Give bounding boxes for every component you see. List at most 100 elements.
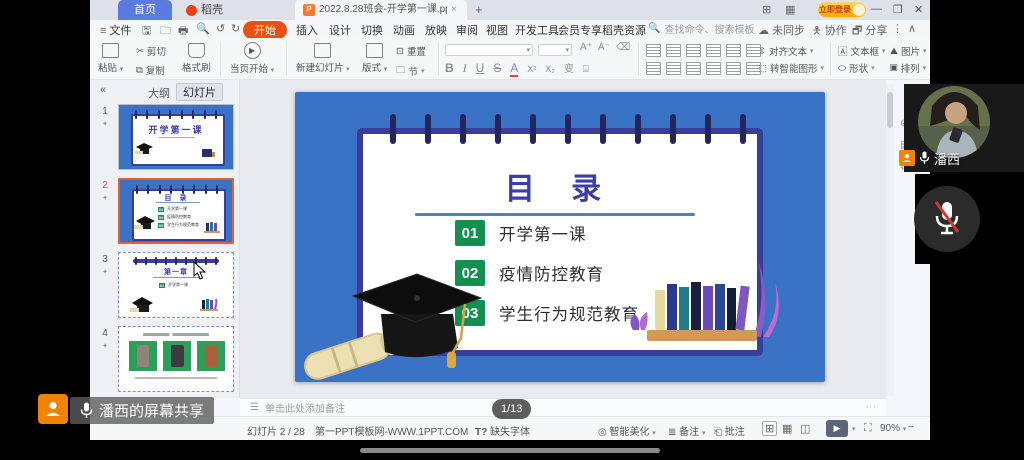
close-tab-icon[interactable]: × — [451, 0, 457, 20]
slide4-thumbnail[interactable] — [118, 326, 234, 392]
tab-home[interactable]: 首页 — [118, 0, 172, 20]
line-spacing-icon[interactable] — [726, 44, 741, 57]
copy-button[interactable]: ⧉复制 — [136, 63, 166, 77]
collapse-ribbon-icon[interactable]: ∧ — [908, 22, 916, 35]
minimize-button[interactable]: — — [871, 3, 882, 15]
arrange-button[interactable]: 🞕排列▾ — [890, 61, 926, 75]
highlight-button[interactable]: ⌸ — [583, 64, 589, 75]
slide-editor-canvas[interactable]: 目 录 01 开学第一课 02 疫情防控教育 03 学生行为规范教育 — [240, 80, 886, 398]
collapse-panel-icon[interactable]: « — [100, 84, 106, 96]
sync-status[interactable]: ☁ 未同步 — [758, 22, 805, 38]
font-family-select[interactable]: ▾ — [445, 44, 533, 56]
normal-view-icon[interactable]: ⊞ — [762, 421, 777, 436]
comments-button[interactable]: ⎗ 批注 — [714, 423, 745, 438]
distribute-icon[interactable] — [726, 62, 741, 75]
underline-button[interactable]: U — [476, 61, 485, 75]
new-slide-button[interactable]: 新建幻灯片 ▾ — [296, 43, 350, 74]
sorter-view-icon[interactable]: ▦ — [782, 422, 792, 435]
toc-text-02: 疫情防控教育 — [499, 261, 604, 285]
menu-tab-slideshow[interactable]: 放映 — [425, 22, 447, 38]
slide3-thumbnail[interactable]: 第一章 01 开学第一课 — [118, 252, 234, 318]
share-indicator-icon[interactable] — [38, 394, 68, 424]
paste-button[interactable]: 粘贴 ▾ — [98, 43, 123, 74]
toc-item-1[interactable]: 01 开学第一课 — [455, 219, 587, 247]
menu-tab-member[interactable]: 会员专享 — [558, 22, 602, 38]
play-from-current-button[interactable]: ▶ 当页开始 ▾ — [230, 42, 274, 75]
grow-font-button[interactable]: A⁺ — [580, 42, 592, 53]
current-slide[interactable]: 目 录 01 开学第一课 02 疫情防控教育 03 学生行为规范教育 — [295, 92, 825, 382]
login-button[interactable]: 立即登录 — [818, 2, 866, 17]
shrink-font-button[interactable]: A⁻ — [598, 42, 610, 53]
font-color-button[interactable]: A — [510, 61, 518, 77]
superscript-button[interactable]: X² — [527, 64, 536, 74]
slide2-thumbnail-selected[interactable]: 目 录 01开学第一课 02疫情防控教育 03学生行为规范教育 — [118, 178, 234, 244]
menu-tab-design[interactable]: 设计 — [329, 22, 351, 38]
numbered-list-icon[interactable] — [666, 44, 681, 57]
more-icon[interactable]: ⋮ — [892, 22, 903, 35]
tab-docer[interactable]: 稻壳 — [178, 0, 240, 20]
align-right-icon[interactable] — [686, 62, 701, 75]
bold-button[interactable]: B — [445, 61, 454, 75]
menu-tab-transition[interactable]: 切换 — [361, 22, 383, 38]
notes-more-icon[interactable]: ⋯ — [866, 402, 876, 413]
format-painter-button[interactable]: 格式刷 — [182, 43, 211, 74]
menu-tab-insert[interactable]: 插入 — [296, 22, 318, 38]
zoom-out-button[interactable]: − — [908, 422, 914, 433]
clear-format-icon[interactable]: ⌫ — [616, 42, 630, 53]
notes-bar[interactable]: ☰ 单击此处添加备注 ⋯ — [240, 398, 886, 416]
scrollbar-thumb[interactable] — [887, 92, 893, 128]
picture-button[interactable]: ⛰图片▾ — [890, 44, 927, 58]
muted-mic-button[interactable] — [914, 186, 980, 252]
fit-window-icon[interactable]: ⛶ — [864, 422, 872, 435]
play-options-caret[interactable]: ▾ — [852, 425, 856, 433]
notes-toggle-button[interactable]: ≣ 备注 ▾ — [668, 423, 705, 438]
tab-slides[interactable]: 幻灯片 — [176, 83, 223, 101]
tab-file-active[interactable]: P 2022.8.28班会-开学第一课.pptx × — [295, 0, 467, 20]
taskbar-hide-handle[interactable] — [360, 448, 660, 453]
italic-button[interactable]: I — [463, 61, 467, 76]
menu-tab-review[interactable]: 审阅 — [456, 22, 478, 38]
menu-tab-devtools[interactable]: 开发工具 — [515, 22, 559, 38]
subscript-button[interactable]: X₂ — [545, 64, 555, 74]
share-banner[interactable]: 潘西的屏幕共享 — [70, 397, 214, 424]
beautify-button[interactable]: ◎ 智能美化 ▾ — [598, 423, 656, 438]
font-size-select[interactable]: ▾ — [538, 44, 572, 56]
vertical-scrollbar[interactable] — [886, 84, 894, 396]
menu-tab-start[interactable]: 开始 — [243, 21, 287, 39]
smart-graphic-button[interactable]: ⬚转智能图形 ▾ — [758, 61, 824, 75]
text-box-button[interactable]: 🄰文本框▾ — [838, 44, 886, 58]
shapes-button[interactable]: ⬭形状▾ — [838, 61, 875, 75]
decrease-indent-icon[interactable] — [686, 44, 701, 57]
section-button[interactable]: 🗀节 ▾ — [396, 63, 426, 79]
slide-title[interactable]: 目 录 — [357, 164, 763, 208]
reset-button[interactable]: ⊡重置 — [396, 44, 426, 58]
reading-view-icon[interactable]: ◫ — [800, 422, 810, 435]
menu-tab-view[interactable]: 视图 — [486, 22, 508, 38]
zoom-level[interactable]: 90% ▾ — [880, 423, 906, 434]
strikethrough-button[interactable]: S — [493, 61, 501, 75]
align-left-icon[interactable] — [646, 62, 661, 75]
tab-outline[interactable]: 大纲 — [148, 85, 170, 101]
justify-icon[interactable] — [706, 62, 721, 75]
slide-layout-button[interactable]: 版式 ▾ — [362, 43, 387, 74]
app-grid-icon[interactable]: ▦ — [785, 3, 795, 16]
align-center-icon[interactable] — [666, 62, 681, 75]
file-menu[interactable]: ≡ 文件 — [100, 22, 131, 38]
close-window-button[interactable]: ✕ — [914, 3, 923, 16]
restore-button[interactable]: ❐ — [893, 3, 903, 16]
preview-icon[interactable]: 🔍 — [196, 22, 210, 35]
menu-tab-animation[interactable]: 动画 — [393, 22, 415, 38]
window-layout-icon[interactable]: ⊞ — [762, 3, 771, 16]
slide1-thumbnail[interactable]: 开学第一课 — [118, 104, 234, 170]
slideshow-play-button[interactable]: ▶ — [826, 420, 848, 437]
undo-icon[interactable]: ↺ — [216, 22, 225, 35]
text-effect-button[interactable]: 变 — [564, 60, 574, 75]
increase-indent-icon[interactable] — [706, 44, 721, 57]
align-text-button[interactable]: ⇳对齐文本 ▾ — [758, 44, 814, 58]
bullet-list-icon[interactable] — [646, 44, 661, 57]
menu-tab-docer-res[interactable]: 稻壳资源 — [602, 22, 646, 38]
cut-button[interactable]: ✂剪切 — [136, 44, 166, 58]
missing-font-warning[interactable]: T? 缺失字体 — [475, 423, 530, 438]
new-tab-button[interactable]: + — [475, 2, 483, 17]
redo-icon[interactable]: ↻ — [231, 22, 240, 35]
